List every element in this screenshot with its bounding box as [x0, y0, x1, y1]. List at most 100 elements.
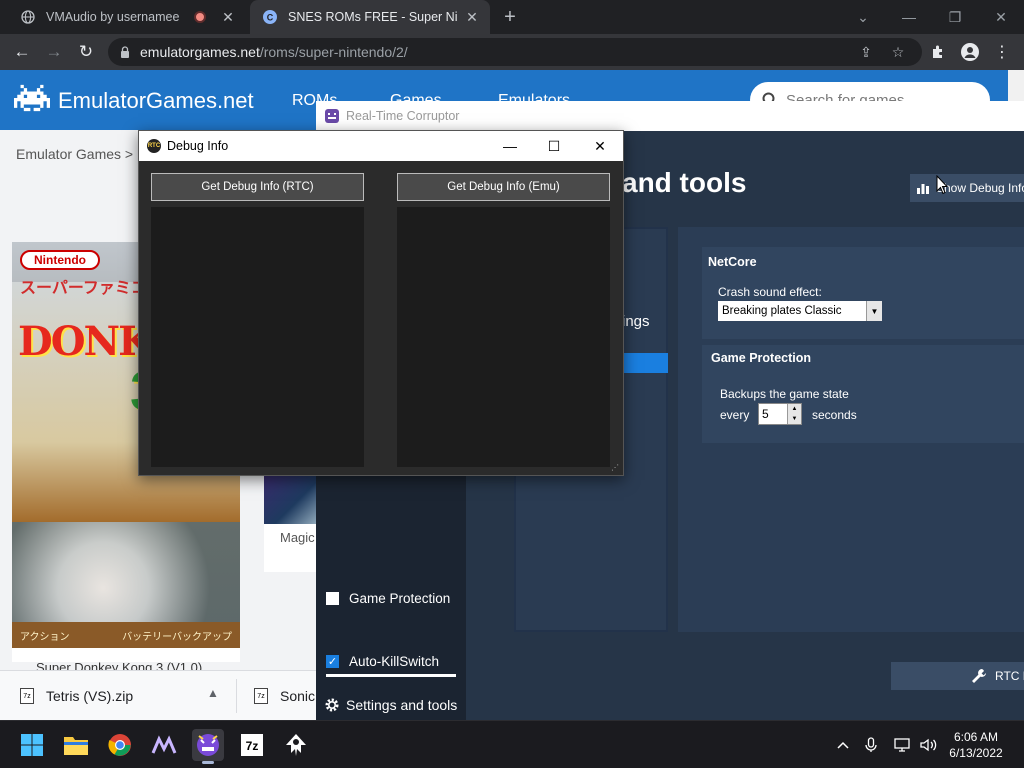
profile-avatar-icon[interactable] — [956, 38, 984, 66]
close-tab-icon[interactable]: ✕ — [220, 9, 236, 25]
show-debug-info-label: Show Debug Info — [936, 181, 1024, 195]
game-card[interactable]: Magic — [264, 472, 324, 572]
emu-debug-textbox[interactable] — [397, 207, 610, 467]
network-icon[interactable] — [892, 733, 914, 757]
debug-window-title: Debug Info — [167, 139, 229, 153]
reload-button[interactable]: ↻ — [72, 38, 100, 66]
minimize-button[interactable]: — — [886, 0, 932, 34]
cover-brand: Nintendo — [20, 250, 100, 270]
wrench-icon — [971, 668, 987, 684]
page-title: and tools — [622, 167, 747, 198]
close-button[interactable]: ✕ — [577, 131, 623, 161]
chrome-icon[interactable] — [104, 729, 136, 761]
game-protection-label: Game Protection — [349, 591, 451, 606]
chevron-up-icon[interactable] — [832, 733, 854, 757]
download-filename: Sonic — [280, 688, 316, 704]
clock-date: 6/13/2022 — [949, 746, 1003, 760]
zip-file-icon: 7z — [20, 688, 34, 704]
extensions-icon[interactable] — [924, 38, 952, 66]
microphone-icon[interactable] — [860, 733, 882, 757]
invader-logo-icon — [14, 84, 50, 118]
spinner-arrows-icon[interactable]: ▲ ▼ — [787, 404, 801, 424]
site-logo[interactable]: EmulatorGames.net — [14, 84, 254, 118]
new-tab-button[interactable]: + — [498, 5, 522, 29]
get-debug-info-rtc-button[interactable]: Get Debug Info (RTC) — [151, 173, 364, 201]
resize-grip-icon[interactable]: ⋰ — [611, 463, 621, 473]
every-label: every — [720, 408, 750, 422]
inkscape-icon[interactable] — [280, 729, 312, 761]
maximize-button[interactable]: ☐ — [531, 131, 577, 161]
volume-icon[interactable] — [918, 733, 940, 757]
auto-killswitch-checkbox-row[interactable]: ✓ Auto-KillSwitch — [326, 654, 439, 669]
get-debug-info-emu-button[interactable]: Get Debug Info (Emu) — [397, 173, 610, 201]
interval-stepper[interactable]: 5 ▲ ▼ — [758, 403, 802, 425]
divider — [236, 679, 237, 713]
share-icon[interactable]: ⇪ — [852, 38, 880, 66]
svg-text:7z: 7z — [246, 739, 259, 753]
game-protection-group: Game Protection Backups the game state e… — [702, 345, 1024, 443]
debug-info-window: RTC Debug Info — ☐ ✕ Get Debug Info (RTC… — [138, 130, 624, 476]
breadcrumb[interactable]: Emulator Games > — [16, 146, 133, 162]
tab-title: VMAudio by usernamee — [46, 10, 180, 24]
game-protection-checkbox[interactable] — [326, 592, 339, 605]
rtc-window-title: Real-Time Corruptor — [346, 109, 460, 123]
auto-killswitch-label: Auto-KillSwitch — [349, 654, 440, 669]
crash-sound-select[interactable]: Breaking plates Classic ▼ — [718, 301, 882, 321]
crash-sound-value: Breaking plates Classic — [722, 305, 842, 317]
url-host: emulatorgames.net — [140, 44, 260, 60]
killswitch-progress — [326, 674, 456, 677]
selected-list-item[interactable] — [622, 353, 668, 373]
zip-file-icon: 7z — [254, 688, 268, 704]
taskbar: 7z 6:06 AM 6/13/2022 — [0, 720, 1024, 768]
lock-icon — [120, 46, 130, 58]
tab-vmaudio[interactable]: VMAudio by usernamee ✕ — [8, 0, 246, 34]
rtc-footer-label: RTC F — [995, 669, 1024, 683]
vmaudio-icon[interactable] — [148, 729, 180, 761]
tab-snes-roms[interactable]: C SNES ROMs FREE - Super Nintendo ✕ — [250, 0, 490, 34]
seconds-label: seconds — [812, 408, 857, 422]
system-clock[interactable]: 6:06 AM 6/13/2022 — [938, 729, 1014, 761]
download-item[interactable]: 7z Tetris (VS).zip — [20, 671, 133, 721]
debug-titlebar[interactable]: RTC Debug Info — ☐ ✕ — [139, 131, 623, 161]
settings-list-item[interactable]: ings — [622, 313, 650, 330]
rtc-footer-button[interactable]: RTC F — [891, 662, 1024, 690]
game-cover-image — [264, 472, 316, 524]
browser-tab-strip: VMAudio by usernamee ✕ C SNES ROMs FREE … — [0, 0, 1024, 34]
menu-kebab-icon[interactable]: ⋮ — [988, 38, 1016, 66]
address-bar[interactable]: emulatorgames.net/roms/super-nintendo/2/… — [108, 38, 922, 66]
rtc-titlebar[interactable]: Real-Time Corruptor — [316, 101, 1024, 131]
auto-killswitch-checkbox[interactable]: ✓ — [326, 655, 339, 668]
cover-strip-right: バッテリーバックアップ — [122, 631, 232, 643]
backups-label: Backups the game state — [720, 387, 849, 401]
mouse-cursor-icon — [936, 175, 948, 195]
clock-time: 6:06 AM — [953, 730, 999, 744]
site-favicon-icon: C — [262, 9, 278, 25]
rtc-taskbar-icon[interactable] — [192, 729, 224, 764]
game-title[interactable]: Super Donkey Kong 3 (V1.0) — [36, 660, 202, 670]
download-item[interactable]: 7z Sonic — [254, 671, 315, 721]
show-debug-info-button[interactable]: Show Debug Info — [910, 174, 1024, 202]
back-button[interactable]: ← — [8, 38, 36, 66]
tab-search-icon[interactable]: ⌄ — [840, 0, 886, 34]
cover-strip-left: アクション — [20, 631, 70, 643]
rtc-debug-textbox[interactable] — [151, 207, 364, 467]
downloads-bar: 7z Tetris (VS).zip ▲ 7z Sonic — [0, 670, 316, 720]
7zip-icon[interactable]: 7z — [236, 729, 268, 761]
forward-button[interactable]: → — [40, 38, 68, 66]
download-filename: Tetris (VS).zip — [46, 688, 134, 704]
game-protection-title: Game Protection — [711, 351, 812, 365]
bar-chart-icon — [916, 181, 930, 195]
settings-and-tools-button[interactable]: Settings and tools — [324, 697, 457, 713]
minimize-button[interactable]: — — [487, 131, 533, 161]
game-protection-checkbox-row[interactable]: Game Protection — [326, 591, 450, 606]
site-logo-text: EmulatorGames.net — [58, 88, 254, 113]
start-windows-icon[interactable] — [16, 729, 48, 761]
bookmark-star-icon[interactable]: ☆ — [884, 38, 912, 66]
close-window-button[interactable]: ✕ — [978, 0, 1024, 34]
crash-sound-label: Crash sound effect: — [718, 285, 822, 299]
tab-title: SNES ROMs FREE - Super Nintendo — [288, 10, 458, 24]
chevron-up-icon[interactable]: ▲ — [205, 683, 221, 703]
close-tab-icon[interactable]: ✕ — [464, 9, 480, 25]
restore-button[interactable]: ❐ — [932, 0, 978, 34]
file-explorer-icon[interactable] — [60, 729, 92, 761]
